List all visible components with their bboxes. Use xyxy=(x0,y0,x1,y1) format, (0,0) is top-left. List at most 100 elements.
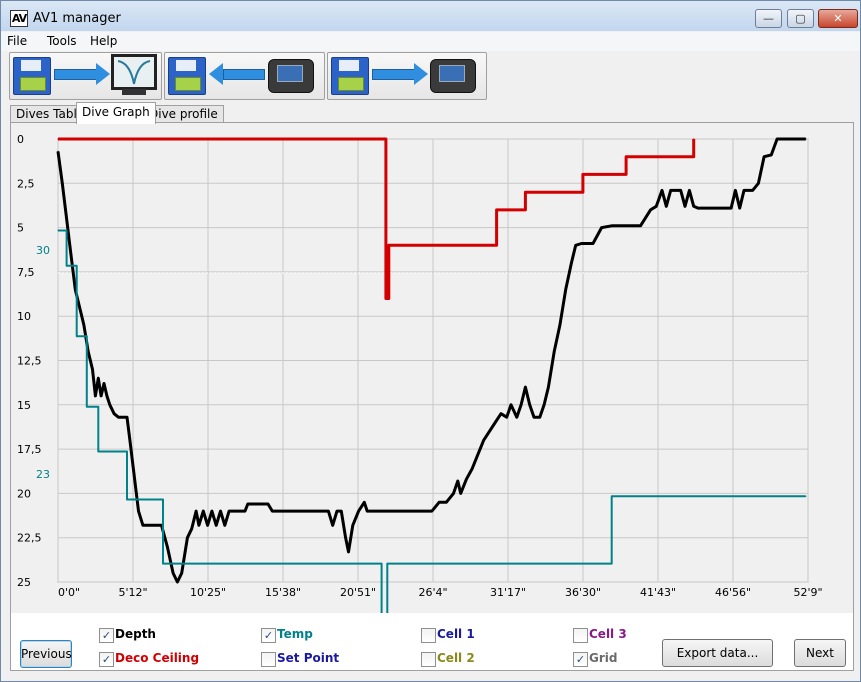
checkbox-label-cell-1: Cell 1 xyxy=(437,627,475,641)
data-point xyxy=(363,501,365,503)
checkbox-deco-ceiling[interactable]: ✓ xyxy=(99,652,114,667)
download-from-device-button[interactable] xyxy=(164,52,325,100)
data-point xyxy=(533,416,535,418)
export-data-button[interactable]: Export data... xyxy=(662,639,773,667)
y-tick-label: 7,5 xyxy=(17,266,35,279)
data-point xyxy=(126,450,128,453)
data-point xyxy=(601,227,603,229)
data-point xyxy=(524,386,527,388)
x-tick-label: 20'51" xyxy=(340,586,376,599)
x-tick-label: 52'9" xyxy=(793,586,822,599)
data-point xyxy=(191,528,193,530)
floppy-disk-icon xyxy=(168,57,206,95)
data-point xyxy=(181,572,183,574)
data-point xyxy=(106,395,108,397)
data-point xyxy=(506,416,508,418)
data-point xyxy=(739,207,741,209)
previous-button[interactable]: Previous xyxy=(20,640,72,668)
data-point xyxy=(688,189,691,191)
checkbox-grid[interactable]: ✓ xyxy=(573,652,588,667)
y-tick-label: 10 xyxy=(17,310,31,323)
checkbox-cell-2[interactable] xyxy=(421,652,436,667)
data-point xyxy=(366,510,368,512)
x-tick-label: 31'17" xyxy=(490,586,526,599)
dive-graph-chart[interactable]: 0 2,5 5 7,5 10 12,5 15 17,5 20 22,5 25 0'0" 5'12" 10'… xyxy=(11,123,853,613)
x-tick-label: 36'30" xyxy=(565,586,601,599)
data-point xyxy=(452,492,455,494)
dive-computer-screen xyxy=(439,65,465,82)
checkbox-cell-3[interactable] xyxy=(573,628,588,643)
data-point xyxy=(61,182,63,184)
arrow-left-shaft xyxy=(223,69,265,80)
data-point xyxy=(97,450,99,453)
x-tick-label: 26'4" xyxy=(418,586,447,599)
data-point xyxy=(547,386,550,388)
menu-help[interactable]: Help xyxy=(90,34,117,48)
data-point xyxy=(516,416,518,418)
minimize-button[interactable]: — xyxy=(755,9,782,28)
data-point xyxy=(150,524,153,526)
data-point xyxy=(142,524,144,526)
dive-computer-icon xyxy=(430,59,476,93)
checkbox-depth[interactable]: ✓ xyxy=(99,628,114,643)
data-point xyxy=(529,404,531,406)
monitor-stand xyxy=(122,89,146,95)
y-tick-label: 25 xyxy=(17,576,31,589)
data-point xyxy=(207,524,209,526)
data-point xyxy=(611,563,613,565)
data-point xyxy=(520,404,522,406)
temp-axis-tick-label: 30 xyxy=(36,244,50,257)
tab-dive-graph[interactable]: Dive Graph xyxy=(76,102,156,124)
data-point xyxy=(592,242,594,245)
data-point xyxy=(91,368,94,370)
data-point xyxy=(684,205,686,207)
data-point xyxy=(162,563,164,565)
data-point xyxy=(385,138,387,140)
maximize-button[interactable]: ▢ xyxy=(787,9,814,28)
upload-to-device-button[interactable] xyxy=(327,52,487,100)
close-icon: ✕ xyxy=(833,12,843,25)
data-point xyxy=(219,510,222,512)
checkbox-temp[interactable]: ✓ xyxy=(261,628,276,643)
menu-tools[interactable]: Tools xyxy=(47,34,77,48)
data-point xyxy=(697,207,699,209)
data-point xyxy=(340,510,342,512)
checkbox-set-point[interactable] xyxy=(261,652,276,667)
data-point xyxy=(126,498,128,501)
data-point xyxy=(76,265,78,267)
data-point xyxy=(109,404,111,406)
data-point xyxy=(309,510,311,512)
data-point xyxy=(570,262,573,264)
data-point xyxy=(805,138,807,140)
data-point xyxy=(693,156,695,158)
data-point xyxy=(103,382,105,385)
next-button[interactable]: Next xyxy=(794,639,846,667)
temp-axis-tick-label: 23 xyxy=(36,468,50,481)
data-point xyxy=(496,209,498,211)
data-point xyxy=(655,205,657,207)
checkbox-cell-1[interactable] xyxy=(421,628,436,643)
data-point xyxy=(543,404,545,406)
data-point xyxy=(388,244,390,246)
data-point xyxy=(133,475,135,477)
data-point xyxy=(271,510,273,512)
data-point xyxy=(83,324,85,326)
data-point xyxy=(126,416,128,418)
data-point xyxy=(582,173,584,175)
data-point xyxy=(352,524,354,526)
data-point xyxy=(117,416,119,418)
menu-file[interactable]: File xyxy=(7,34,27,48)
save-to-monitor-button[interactable] xyxy=(9,52,162,100)
y-tick-label: 5 xyxy=(17,222,24,235)
y-tick-label: 12,5 xyxy=(17,355,42,368)
close-button[interactable]: ✕ xyxy=(818,9,858,28)
data-point xyxy=(477,453,479,455)
data-point xyxy=(195,510,197,512)
data-point xyxy=(402,510,404,512)
data-point xyxy=(94,395,96,397)
dive-computer-icon xyxy=(268,59,314,93)
data-point xyxy=(129,439,131,441)
data-point xyxy=(611,495,613,497)
data-point xyxy=(166,546,168,548)
title-bar[interactable]: AV AV1 manager — ▢ ✕ xyxy=(1,1,860,31)
